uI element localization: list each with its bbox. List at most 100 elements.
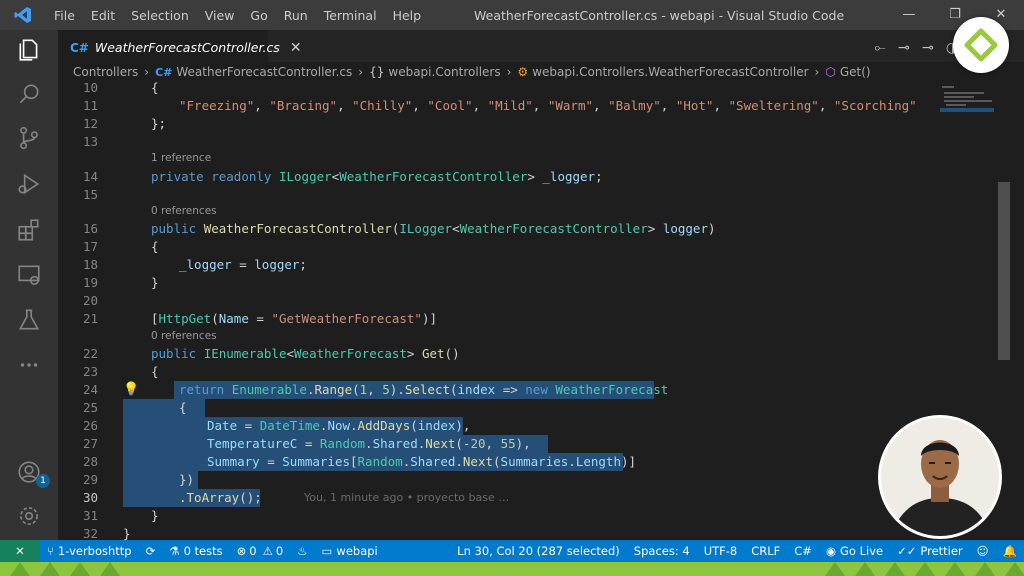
breadcrumb-namespace[interactable]: webapi.Controllers [388, 65, 500, 79]
git-previous-change-icon[interactable]: ⟜ [868, 40, 892, 56]
menu-help[interactable]: Help [385, 8, 430, 23]
accounts-icon[interactable]: 1 [0, 452, 58, 492]
sync-icon[interactable]: ⟳ [139, 544, 163, 558]
branch-indicator[interactable]: ⑂ 1-verboshttp [40, 544, 139, 558]
breadcrumb: Controllers › C# WeatherForecastControll… [58, 62, 1024, 82]
search-icon[interactable] [0, 74, 58, 114]
breadcrumb-class[interactable]: webapi.Controllers.WeatherForecastContro… [532, 65, 808, 79]
menu-selection[interactable]: Selection [123, 8, 197, 23]
csharp-file-icon: C# [155, 65, 173, 79]
language-mode[interactable]: C# [787, 544, 819, 558]
remote-indicator-icon[interactable]: ✕ [0, 540, 40, 562]
code-line: 14 private readonly ILogger<WeatherForeca… [82, 169, 603, 184]
code-line: 15 [82, 187, 98, 202]
csharp-file-icon: C# [70, 40, 89, 55]
double-check-icon: ✓✓ [897, 544, 917, 558]
tab-label: WeatherForecastController.cs [94, 40, 280, 55]
close-tab-icon[interactable]: ✕ [290, 40, 302, 56]
broadcast-icon: ◉ [825, 544, 836, 558]
more-icon[interactable] [0, 345, 58, 385]
run-debug-icon[interactable] [0, 164, 58, 204]
codelens-references[interactable]: 1 reference [151, 152, 211, 164]
feedback-icon[interactable]: ☺ [970, 544, 996, 558]
code-line: 27 TemperatureC = Random.Shared.Next(-20,… [82, 436, 531, 451]
webcam-presenter [878, 415, 1002, 539]
code-line: 32} [82, 526, 131, 540]
code-line: 10{ [82, 82, 159, 95]
codelens-references[interactable]: 0 references [151, 205, 217, 217]
code-line: 23{ [82, 364, 159, 379]
problems-indicator[interactable]: ⊗ 0 ⚠ 0 [230, 544, 291, 558]
menu-terminal[interactable]: Terminal [316, 8, 385, 23]
indentation[interactable]: Spaces: 4 [627, 544, 697, 558]
code-line: 26 Date = DateTime.Now.AddDays(index), [82, 418, 471, 433]
code-line: 22 public IEnumerable<WeatherForecast> Ge… [82, 346, 460, 361]
tests-indicator[interactable]: ⚗ 0 tests [162, 544, 229, 558]
minimap[interactable] [938, 82, 998, 182]
window-title: WeatherForecastController.cs - webapi - … [474, 7, 845, 23]
omnisharp-icon[interactable]: ♨ [290, 544, 314, 558]
vscode-logo-icon [0, 0, 46, 30]
editor-actions: ⟜ ⊸ ⊸ ◑ [868, 30, 964, 65]
chevron-right-icon: › [814, 65, 820, 79]
code-editor[interactable]: 10{ 11 "Freezing", "Bracing", "Chilly", "… [58, 82, 996, 540]
code-line: 17{ [82, 239, 159, 254]
project-indicator[interactable]: ▭ webapi [315, 544, 385, 558]
method-icon: ⬡ [825, 65, 836, 79]
namespace-icon: {} [369, 65, 385, 79]
breadcrumb-file[interactable]: WeatherForecastController.cs [176, 65, 352, 79]
code-line: 11 "Freezing", "Bracing", "Chilly", "Cool… [82, 98, 917, 113]
code-line: 31} [82, 508, 159, 523]
code-line: 19} [82, 275, 159, 290]
code-line: 20 [82, 293, 98, 308]
breadcrumb-method[interactable]: Get() [840, 65, 871, 79]
menu-view[interactable]: View [197, 8, 243, 23]
class-icon: ⚙ [517, 65, 529, 79]
encoding[interactable]: UTF-8 [697, 544, 745, 558]
menu-bar: File Edit Selection View Go Run Terminal… [46, 8, 429, 23]
menu-go[interactable]: Go [242, 8, 275, 23]
tab-bar: C# WeatherForecastController.cs ✕ ⟜ ⊸ ⊸ … [58, 30, 1024, 65]
cursor-position[interactable]: Ln 30, Col 20 (287 selected) [450, 544, 627, 558]
activity-bar: 1 [0, 30, 58, 540]
source-control-icon[interactable] [0, 118, 58, 158]
status-bar-right: Ln 30, Col 20 (287 selected) Spaces: 4 U… [450, 540, 1024, 562]
testing-icon[interactable] [0, 300, 58, 340]
go-live-button[interactable]: ◉ Go Live [819, 544, 890, 558]
chevron-right-icon: › [358, 65, 364, 79]
menu-edit[interactable]: Edit [83, 8, 123, 23]
platzi-logo-icon [953, 17, 1009, 73]
code-line: 24 💡 return Enumerable.Range(1, 5).Select(… [82, 381, 669, 399]
git-commit-icon[interactable]: ⊸ [892, 40, 916, 56]
prettier-button[interactable]: ✓✓ Prettier [890, 544, 970, 558]
git-next-change-icon[interactable]: ⊸ [916, 40, 940, 56]
scrollbar-thumb[interactable] [998, 182, 1010, 360]
code-line: 30 .ToArray(); You, 1 minute ago • proyect… [82, 490, 510, 505]
code-line: 18 _logger = logger; [82, 257, 307, 272]
code-line: 28 Summary = Summaries[Random.Shared.Next… [82, 454, 637, 469]
accounts-badge: 1 [36, 474, 50, 488]
window-controls: — ❐ ✕ [886, 0, 1024, 30]
warning-icon: ⚠ [262, 544, 273, 558]
menu-file[interactable]: File [46, 8, 83, 23]
breadcrumb-folder[interactable]: Controllers [73, 65, 138, 79]
remote-explorer-icon[interactable] [0, 255, 58, 295]
flask-icon: ⚗ [169, 544, 180, 558]
lightbulb-icon[interactable]: 💡 [123, 381, 139, 399]
tab-weatherforecastcontroller[interactable]: C# WeatherForecastController.cs ✕ [58, 30, 302, 65]
code-line: 16 public WeatherForecastController(ILogg… [82, 221, 716, 236]
codelens-references[interactable]: 0 references [151, 330, 217, 342]
code-line: 25{ [82, 400, 187, 415]
git-branch-icon: ⑂ [47, 544, 54, 558]
explorer-icon[interactable] [0, 30, 58, 70]
menu-run[interactable]: Run [276, 8, 316, 23]
code-line: 13 [82, 134, 98, 149]
end-of-line[interactable]: CRLF [744, 544, 787, 558]
minimize-button[interactable]: — [886, 0, 932, 30]
code-line: 29}) [82, 472, 195, 487]
extensions-icon[interactable] [0, 210, 58, 250]
code-line: 21 [HttpGet(Name = "GetWeatherForecast")] [82, 311, 438, 326]
settings-gear-icon[interactable] [0, 496, 58, 536]
brand-footer-strip [0, 562, 1024, 576]
notifications-bell-icon[interactable]: 🔔 [996, 544, 1024, 558]
